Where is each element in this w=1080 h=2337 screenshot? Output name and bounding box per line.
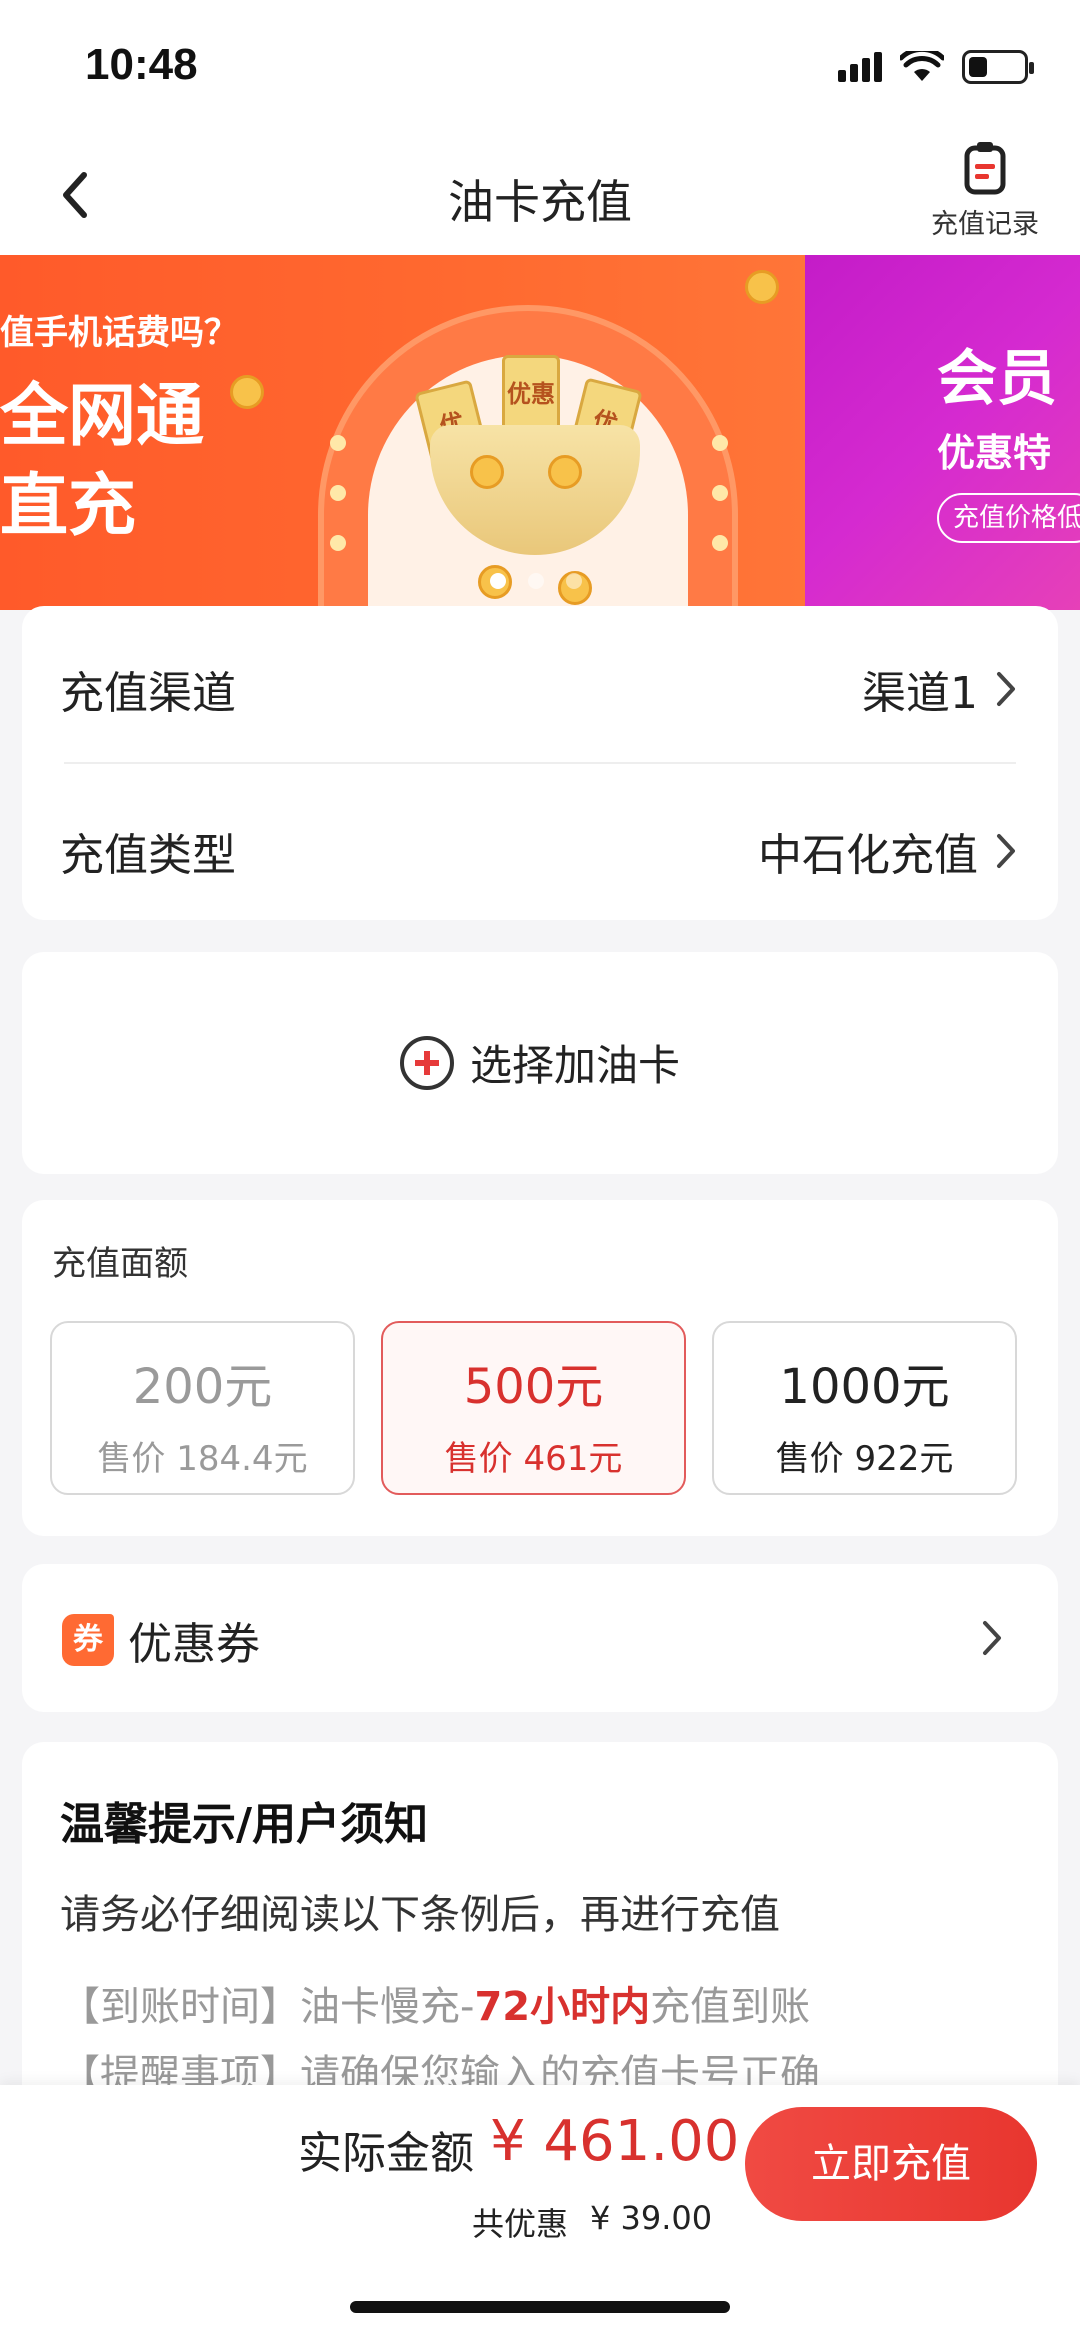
notice-line-suffix: 充值到账	[650, 1984, 811, 2030]
channel-card: 充值渠道 渠道1 充值类型 中石化充值	[22, 606, 1058, 920]
banner-slide-member[interactable]: 会员 优惠特 充值价格低	[805, 255, 1080, 610]
divider	[64, 762, 1016, 764]
type-value: 中石化充值	[758, 830, 978, 881]
checkout-bar: 实际金额 ¥ 461.00 共优惠 ¥ 39.00 立即充值	[0, 2085, 1080, 2337]
amount-option-500[interactable]: 500元 售价 461元	[381, 1321, 686, 1495]
clipboard-icon	[964, 142, 1006, 195]
bulb-decoration	[712, 485, 728, 501]
signal-bars-icon	[838, 52, 882, 82]
amount-price: 售价 922元	[775, 1439, 954, 1479]
amount-face: 1000元	[779, 1359, 950, 1415]
amount-option-1000[interactable]: 1000元 售价 922元	[712, 1321, 1017, 1495]
chevron-right-icon	[983, 1621, 1001, 1655]
channel-label: 充值渠道	[60, 668, 236, 719]
select-oil-card-label: 选择加油卡	[469, 1041, 680, 1090]
notice-subtitle: 请务必仔细阅读以下条例后，再进行充值	[60, 1892, 780, 1938]
select-oil-card-button[interactable]: 选择加油卡	[22, 1032, 1058, 1093]
nav-bar: 油卡充值 充值记录	[0, 130, 1080, 255]
discount-label: 共优惠	[472, 2205, 569, 2243]
status-bar: 10:48	[0, 0, 1080, 130]
amount-face: 500元	[463, 1359, 604, 1415]
carousel-dot[interactable]	[566, 573, 582, 589]
amount-title: 充值面额	[52, 1244, 188, 1284]
banner-member-headline: 会员	[937, 344, 1057, 414]
coupon-label: 优惠券	[128, 1619, 260, 1670]
carousel-dot[interactable]	[490, 573, 506, 589]
amount-price: 售价 461元	[444, 1439, 623, 1479]
carousel-dot[interactable]	[528, 573, 544, 589]
battery-level	[969, 57, 987, 77]
channel-value-group: 渠道1	[862, 657, 1020, 721]
amount-card: 充值面额 200元 售价 184.4元 500元 售价 461元 1000元 售…	[22, 1200, 1058, 1536]
banner-member-subheadline: 优惠特	[937, 431, 1052, 475]
status-time: 10:48	[85, 40, 198, 89]
coupon-row[interactable]: 券 优惠券	[22, 1564, 1058, 1712]
banner-subheadline: 直充	[0, 467, 137, 546]
total-value: ¥ 461.00	[490, 2109, 740, 2174]
coin-graphic	[745, 270, 779, 304]
wifi-icon	[900, 51, 944, 81]
bulb-decoration	[330, 485, 346, 501]
notice-highlight: 72小时内	[474, 1984, 651, 2030]
chevron-right-icon	[997, 834, 1015, 868]
oil-card-select-card: 选择加油卡	[22, 952, 1058, 1174]
amount-price: 售价 184.4元	[97, 1439, 308, 1479]
chevron-right-icon	[997, 672, 1015, 706]
coin-graphic	[230, 375, 264, 409]
coin-graphic	[470, 455, 504, 489]
bulb-decoration	[330, 435, 346, 451]
coin-graphic	[548, 455, 582, 489]
banner-headline: 全网通	[0, 377, 205, 456]
bulb-decoration	[712, 435, 728, 451]
banner-carousel[interactable]: 优 优惠 优 值手机话费吗？ 全网通 直充 会员 优惠特 充值价格低	[0, 255, 1080, 610]
status-icons	[838, 50, 1034, 84]
banner-slide-phone-recharge[interactable]: 优 优惠 优 值手机话费吗？ 全网通 直充	[0, 255, 805, 610]
battery-icon	[962, 50, 1034, 84]
notice-line-prefix: 【到账时间】油卡慢充-	[60, 1984, 475, 2030]
carousel-dots	[490, 573, 582, 589]
discount-value: ¥ 39.00	[590, 2199, 713, 2237]
plus-circle-icon	[399, 1035, 454, 1090]
type-label: 充值类型	[60, 830, 236, 881]
recharge-record-label: 充值记录	[931, 209, 1039, 240]
recharge-now-button[interactable]: 立即充值	[745, 2107, 1037, 2221]
banner-member-tag: 充值价格低	[937, 493, 1080, 543]
type-row[interactable]: 充值类型 中石化充值	[60, 801, 1020, 901]
total-label: 实际金额	[298, 2128, 474, 2179]
banner-question-text: 值手机话费吗？	[0, 313, 238, 353]
home-indicator	[350, 2301, 730, 2313]
notice-title: 温馨提示/用户须知	[60, 1799, 429, 1850]
amount-option-200[interactable]: 200元 售价 184.4元	[50, 1321, 355, 1495]
notice-arrival-time: 【到账时间】油卡慢充-72小时内充值到账	[60, 1974, 810, 2032]
page-title: 油卡充值	[448, 175, 632, 229]
channel-row[interactable]: 充值渠道 渠道1	[60, 639, 1020, 739]
notice-card: 温馨提示/用户须知 请务必仔细阅读以下条例后，再进行充值 【到账时间】油卡慢充-…	[22, 1742, 1058, 2142]
type-value-group: 中石化充值	[758, 819, 1020, 883]
coupon-icon: 券	[62, 1614, 114, 1666]
bulb-decoration	[330, 535, 346, 551]
recharge-record-button[interactable]: 充值记录	[930, 140, 1040, 241]
bulb-decoration	[712, 535, 728, 551]
amount-face: 200元	[132, 1359, 273, 1415]
channel-value: 渠道1	[862, 668, 978, 719]
